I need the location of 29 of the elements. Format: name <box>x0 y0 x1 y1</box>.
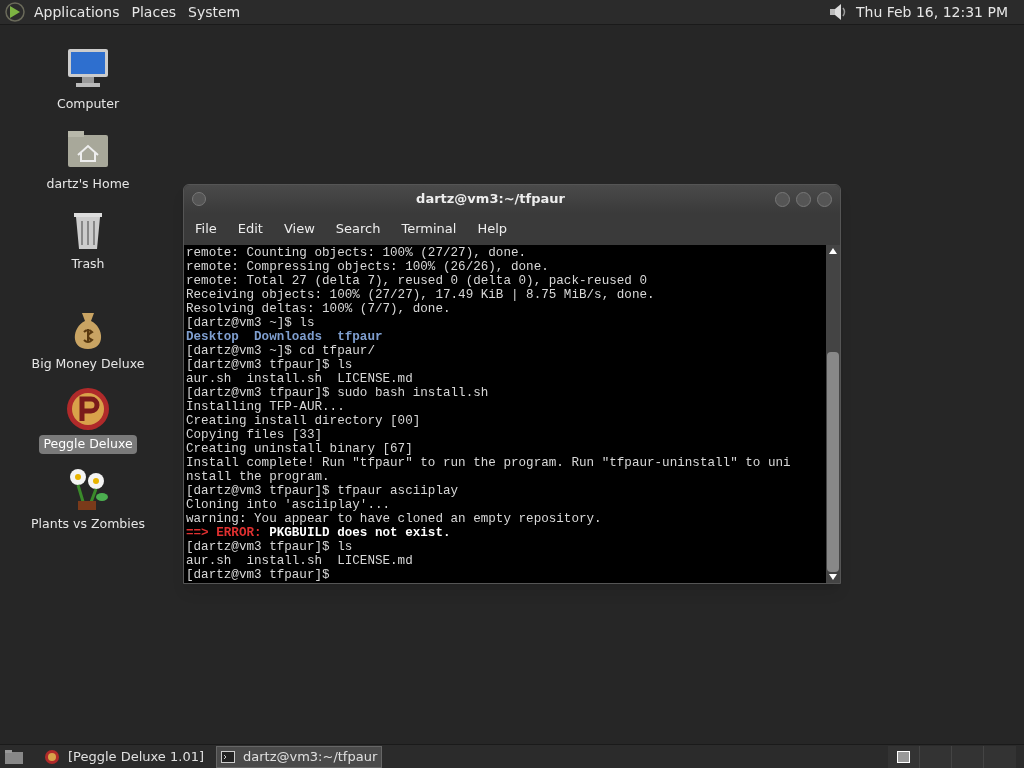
menu-item[interactable]: View <box>275 219 323 239</box>
panel-menu[interactable]: System <box>188 1 241 23</box>
panel-menu[interactable]: Places <box>131 1 177 23</box>
terminal-icon <box>221 750 235 763</box>
taskbar-button[interactable]: dartz@vm3:~/tfpaur <box>216 745 383 768</box>
ball-icon[interactable] <box>64 385 112 433</box>
desktop-icon-label[interactable]: Plants vs Zombies <box>27 515 149 534</box>
menu-item[interactable]: Terminal <box>393 219 465 239</box>
distro-logo-icon[interactable] <box>4 1 26 23</box>
window-title: dartz@vm3:~/tfpaur <box>415 190 566 209</box>
menu-item[interactable]: Help <box>469 219 516 239</box>
panel-menu[interactable]: Applications <box>34 1 120 23</box>
scrollbar-thumb[interactable] <box>827 352 839 572</box>
scroll-up-icon[interactable] <box>829 248 837 254</box>
workspace-switcher[interactable] <box>888 745 1016 768</box>
desktop-icon-label[interactable]: dartz's Home <box>42 175 134 194</box>
menu-item[interactable]: Edit <box>229 219 271 239</box>
clock[interactable]: Thu Feb 16, 12:31 PM <box>855 1 1008 23</box>
menu-item[interactable]: File <box>187 219 225 239</box>
show-desktop-icon[interactable] <box>4 748 24 765</box>
menu-item[interactable]: Search <box>327 219 389 239</box>
desktop-icon-label[interactable]: Big Money Deluxe <box>27 355 149 374</box>
scroll-down-icon[interactable] <box>829 574 837 580</box>
desktop-icon-label[interactable]: Peggle Deluxe <box>39 435 137 454</box>
ball-icon <box>44 748 60 765</box>
taskbar-button[interactable]: [Peggle Deluxe 1.01] <box>40 745 208 768</box>
desktop-icon-label[interactable]: Computer <box>52 95 124 114</box>
desktop-icon-label[interactable]: Trash <box>67 255 109 274</box>
scrollbar[interactable] <box>826 245 840 583</box>
